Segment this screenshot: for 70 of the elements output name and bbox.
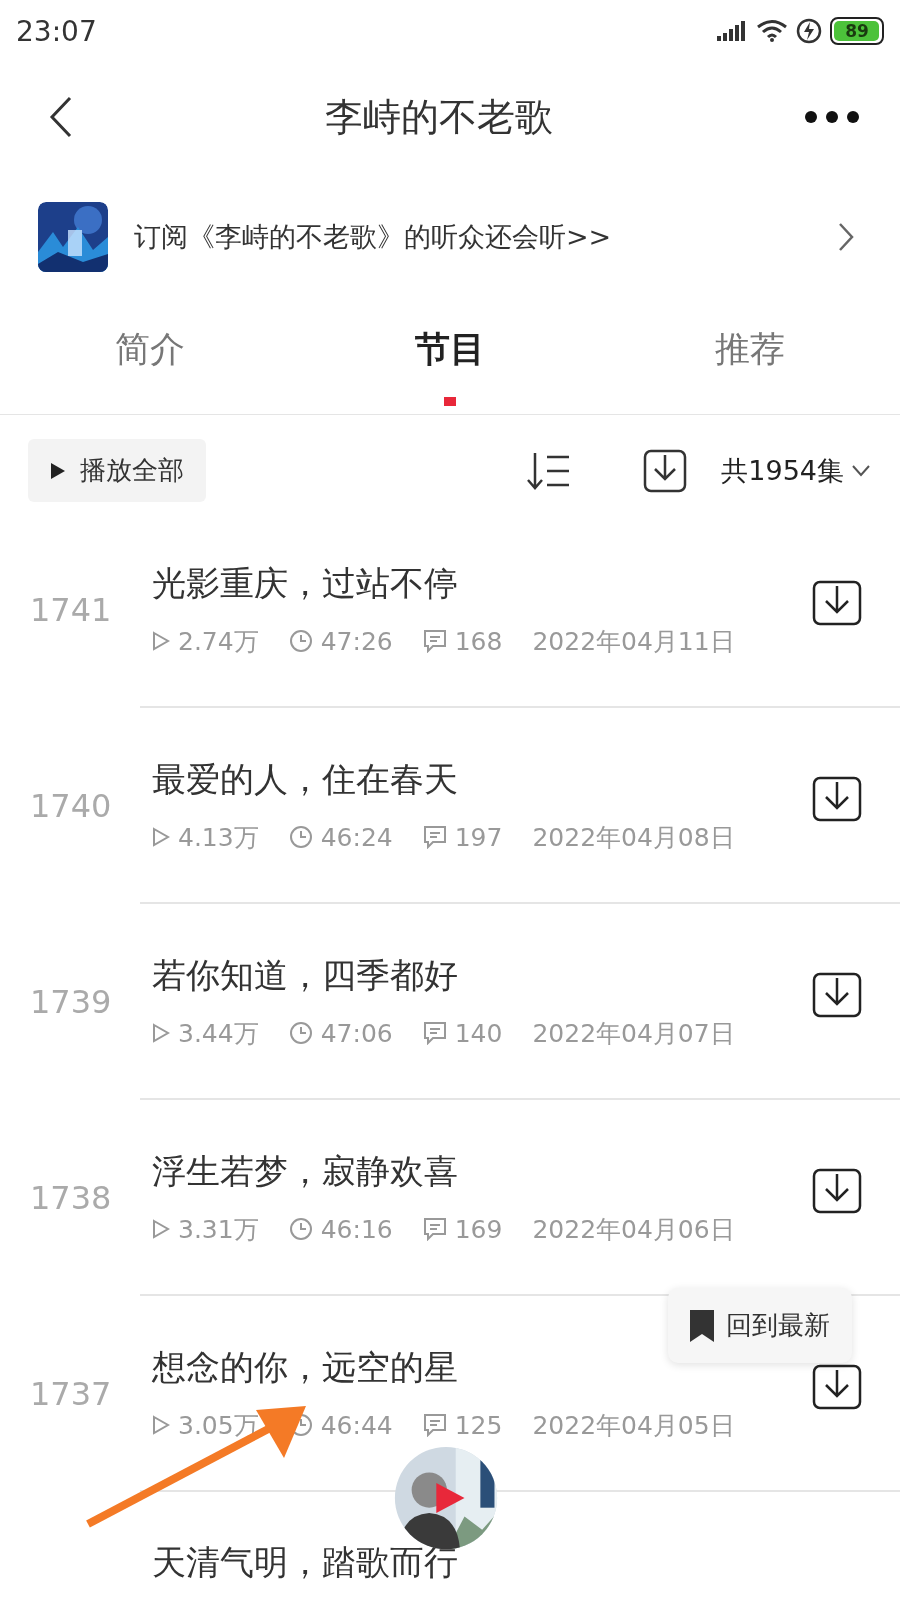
episode-number: 1739 — [29, 983, 113, 1021]
recommendation-link[interactable]: 订阅《李峙的不老歌》的听众还会听>> — [134, 219, 838, 255]
play-icon — [50, 461, 66, 480]
comment-icon — [422, 1217, 447, 1241]
episode-title[interactable]: 光影重庆，过站不停 — [152, 560, 458, 607]
chevron-down-icon[interactable] — [852, 464, 870, 477]
download-icon[interactable] — [812, 972, 862, 1018]
more-icon[interactable] — [804, 110, 860, 124]
comment-icon — [422, 1413, 447, 1437]
episode-title[interactable]: 最爱的人，住在春天 — [152, 756, 458, 803]
tab[interactable]: 推荐 — [600, 312, 900, 414]
play-all-button[interactable]: 播放全部 — [28, 439, 206, 502]
episode-title[interactable]: 想念的你，远空的星 — [152, 1344, 458, 1391]
download-icon[interactable] — [812, 580, 862, 626]
charging-icon — [796, 18, 822, 44]
episode-number: 1738 — [29, 1179, 113, 1217]
comment-icon — [422, 825, 447, 849]
play-count: 3.44万 — [178, 1017, 259, 1050]
episode-title[interactable]: 天清气明，踏歌而行 — [152, 1540, 458, 1586]
download-icon[interactable] — [812, 1364, 862, 1410]
download-icon[interactable] — [643, 448, 688, 493]
play-count-icon — [152, 1415, 170, 1435]
duration: 47:26 — [320, 626, 393, 656]
signal-icon — [716, 20, 748, 42]
episode-number: 1741 — [29, 591, 113, 629]
duration: 47:06 — [320, 1018, 393, 1048]
episode-title[interactable]: 若你知道，四季都好 — [152, 952, 458, 999]
wifi-icon — [756, 19, 788, 43]
battery-icon: 89 — [830, 17, 884, 45]
duration: 46:24 — [320, 822, 393, 852]
clock-icon — [288, 825, 313, 849]
tab[interactable]: 简介 — [0, 312, 300, 414]
duration: 46:16 — [320, 1214, 393, 1244]
bookmark-icon — [690, 1309, 714, 1342]
tab[interactable]: 节目 — [300, 312, 600, 414]
episode-number: 1740 — [29, 787, 113, 825]
clock-icon — [288, 1021, 313, 1045]
chevron-right-icon[interactable] — [838, 222, 854, 252]
clock-icon — [288, 1217, 313, 1241]
status-time: 23:07 — [16, 14, 97, 48]
page-title: 李峙的不老歌 — [325, 93, 553, 141]
episode-title[interactable]: 浮生若梦，寂静欢喜 — [152, 1148, 458, 1195]
comment-count: 125 — [454, 1410, 503, 1440]
comment-count: 169 — [454, 1214, 503, 1244]
comment-count: 140 — [454, 1018, 503, 1048]
publish-date: 2022年04月05日 — [532, 1409, 735, 1442]
comment-icon — [422, 1021, 447, 1045]
comment-count: 168 — [454, 626, 503, 656]
publish-date: 2022年04月07日 — [532, 1017, 735, 1050]
download-icon[interactable] — [812, 1168, 862, 1214]
comment-count: 197 — [454, 822, 503, 852]
clock-icon — [288, 629, 313, 653]
publish-date: 2022年04月08日 — [532, 821, 735, 854]
back-to-latest-button[interactable]: 回到最新 — [668, 1288, 852, 1363]
play-count-icon — [152, 1023, 170, 1043]
episode-number: 1737 — [29, 1375, 113, 1413]
episode-count-dropdown[interactable]: 共1954集 — [721, 452, 844, 489]
comment-icon — [422, 629, 447, 653]
duration: 46:44 — [320, 1410, 393, 1440]
play-count: 2.74万 — [178, 625, 259, 658]
play-count-icon — [152, 827, 170, 847]
play-count: 4.13万 — [178, 821, 259, 854]
sort-icon[interactable] — [525, 450, 572, 491]
play-count: 3.31万 — [178, 1213, 259, 1246]
back-icon[interactable] — [48, 96, 74, 138]
publish-date: 2022年04月06日 — [532, 1213, 735, 1246]
publish-date: 2022年04月11日 — [532, 625, 735, 658]
download-icon[interactable] — [812, 776, 862, 822]
play-count-icon — [152, 1219, 170, 1239]
play-count-icon — [152, 631, 170, 651]
